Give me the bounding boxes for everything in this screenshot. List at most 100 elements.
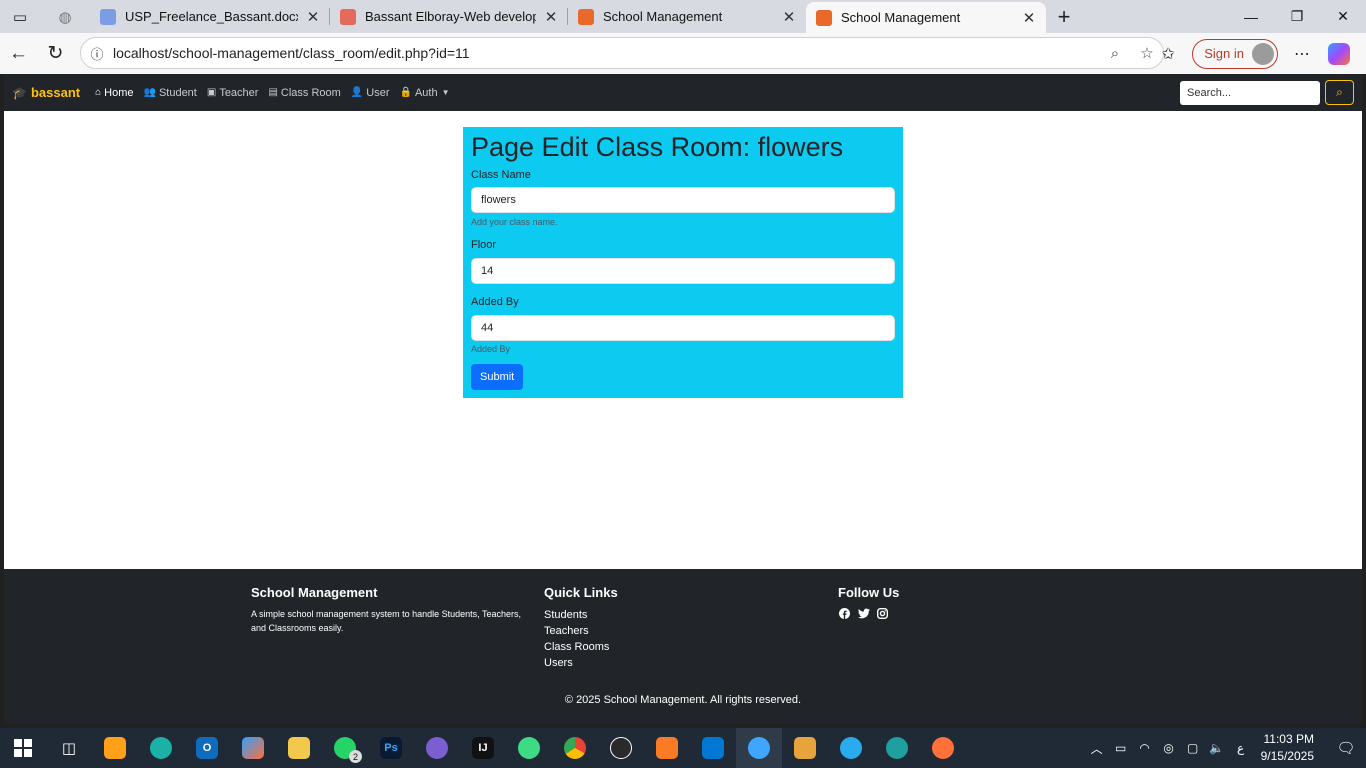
telegram-icon[interactable] (828, 728, 874, 768)
minimize-icon[interactable]: — (1228, 0, 1274, 33)
class-name-help: Add your class name. (471, 217, 558, 227)
floor-input[interactable] (471, 258, 895, 284)
footer-follow: Follow Us (838, 585, 1038, 620)
edge-icon[interactable] (138, 728, 184, 768)
footer-link-users[interactable]: Users (544, 655, 744, 671)
meet-now-icon[interactable]: ▢ (1181, 741, 1205, 755)
xampp-taskbar-icon[interactable] (644, 728, 690, 768)
obs-icon[interactable] (598, 728, 644, 768)
copilot-icon[interactable] (1328, 42, 1350, 65)
intellij-icon[interactable]: IJ (460, 728, 506, 768)
back-icon[interactable]: ← (0, 33, 37, 74)
close-window-icon[interactable]: ✕ (1320, 0, 1366, 33)
close-icon[interactable]: ✕ (1022, 9, 1036, 27)
nav-label: Class Room (280, 86, 341, 99)
brand-logo[interactable]: 🎓 bassant (12, 85, 80, 100)
nav-class-room[interactable]: ▤ Class Room (268, 87, 340, 99)
start-icon[interactable] (0, 728, 46, 768)
more-icon[interactable]: ⋯ (1284, 44, 1320, 64)
close-icon[interactable]: ✕ (306, 8, 320, 26)
nav-label: Student (158, 86, 197, 99)
twitter-icon[interactable] (857, 607, 870, 620)
footer-link-teachers[interactable]: Teachers (544, 623, 744, 639)
building-icon: ▤ (268, 87, 278, 98)
snipping-tool-icon[interactable] (874, 728, 920, 768)
nav-home[interactable]: ⌂ Home (95, 87, 133, 99)
submit-button[interactable]: Submit (471, 364, 524, 390)
photoshop-icon[interactable]: Ps (368, 728, 414, 768)
lock-icon: 🔒 (399, 87, 412, 98)
file-explorer-icon[interactable] (276, 728, 322, 768)
github-desktop-icon[interactable] (414, 728, 460, 768)
network-icon[interactable]: ◎ (1157, 741, 1181, 755)
user-icon: 👤 (350, 87, 364, 98)
brand-text: bassant (30, 85, 81, 100)
firefox-icon[interactable] (920, 728, 966, 768)
refresh-icon[interactable]: ↻ (37, 33, 74, 74)
footer-link-students[interactable]: Students (544, 607, 744, 623)
browser-app-icon[interactable] (736, 728, 782, 768)
battery-icon[interactable]: ▭ (1109, 741, 1133, 755)
copilot-app-icon[interactable] (230, 728, 276, 768)
class-name-label: Class Name (471, 169, 531, 181)
address-bar[interactable]: ⓘ localhost/school-management/class_room… (80, 37, 1164, 69)
notification-icon[interactable]: 🗨 (1326, 739, 1366, 757)
volume-icon[interactable]: 🔈 (1205, 741, 1229, 755)
tab-actions-icon[interactable]: ▭ (0, 0, 40, 33)
zoom-icon[interactable]: ⌕ (1099, 45, 1131, 62)
store-icon[interactable] (92, 728, 138, 768)
nav-auth-dropdown[interactable]: 🔒 Auth ▼ (400, 87, 450, 99)
info-icon[interactable]: ⓘ (81, 44, 113, 63)
document-icon (100, 8, 116, 25)
language-indicator[interactable]: ع (1229, 741, 1253, 755)
class-name-input[interactable] (471, 187, 895, 213)
android-studio-icon[interactable] (506, 728, 552, 768)
page-viewport: 🎓 bassant ⌂ Home 👥 Student ▣ Teacher ▤ C… (4, 74, 1362, 724)
task-view-icon[interactable]: ◫ (46, 728, 92, 768)
pdf-icon (340, 8, 356, 25)
favorites-icon[interactable]: ✩ (1150, 44, 1186, 64)
page-title: Page Edit Class Room: flowers (471, 132, 844, 162)
footer-title: School Management (251, 585, 378, 600)
clock[interactable]: 11:03 PM 9/15/2025 (1261, 731, 1314, 765)
teacher-icon: ▣ (206, 87, 217, 98)
close-icon[interactable]: ✕ (544, 8, 558, 26)
nav-teacher[interactable]: ▣ Teacher (207, 87, 259, 99)
search-input[interactable] (1180, 81, 1320, 105)
follow-us-title: Follow Us (838, 585, 900, 600)
url-text[interactable]: localhost/school-management/class_room/e… (113, 45, 1099, 61)
browser-tab[interactable]: School Management ✕ (568, 0, 806, 33)
footer-about: School Management A simple school manage… (251, 585, 536, 635)
added-by-input[interactable] (471, 315, 895, 341)
toolbar-right: ✩ Sign in ⋯ (1150, 33, 1358, 74)
search-button[interactable]: ⌕ (1325, 80, 1354, 105)
facebook-icon[interactable] (838, 607, 851, 620)
nav-label: Teacher (219, 86, 259, 99)
browser-tab-active[interactable]: School Management ✕ (806, 2, 1046, 33)
site-footer: School Management A simple school manage… (4, 569, 1362, 724)
tab-label: USP_Freelance_Bassant.docx - ال (125, 8, 298, 24)
outlook-icon[interactable]: O (184, 728, 230, 768)
sign-in-button[interactable]: Sign in (1192, 38, 1278, 69)
wifi-icon[interactable]: ◠ (1133, 741, 1157, 755)
restore-icon[interactable]: ❐ (1274, 0, 1320, 33)
footer-link-class-rooms[interactable]: Class Rooms (544, 639, 744, 655)
tab-label: School Management (603, 9, 723, 24)
instagram-icon[interactable] (876, 607, 889, 620)
whatsapp-icon[interactable]: 2 (322, 728, 368, 768)
nav-student[interactable]: 👥 Student (143, 87, 196, 99)
globe-icon[interactable]: ◍ (40, 0, 90, 33)
browser-tab[interactable]: Bassant Elboray-Web developer.p ✕ (330, 0, 568, 33)
paint-app-icon[interactable] (782, 728, 828, 768)
social-links (838, 607, 1038, 620)
chrome-icon[interactable] (552, 728, 598, 768)
nav-user[interactable]: 👤 User (351, 87, 390, 99)
vscode-icon[interactable] (690, 728, 736, 768)
added-by-help: Added By (471, 344, 511, 354)
browser-tab[interactable]: USP_Freelance_Bassant.docx - ال ✕ (90, 0, 330, 33)
new-tab-icon[interactable]: + (1046, 4, 1082, 30)
chevron-up-icon[interactable]: ︿ (1085, 740, 1109, 757)
window-controls: — ❐ ✕ (1228, 0, 1366, 33)
nav-label: Auth (414, 86, 438, 99)
close-icon[interactable]: ✕ (782, 8, 796, 26)
